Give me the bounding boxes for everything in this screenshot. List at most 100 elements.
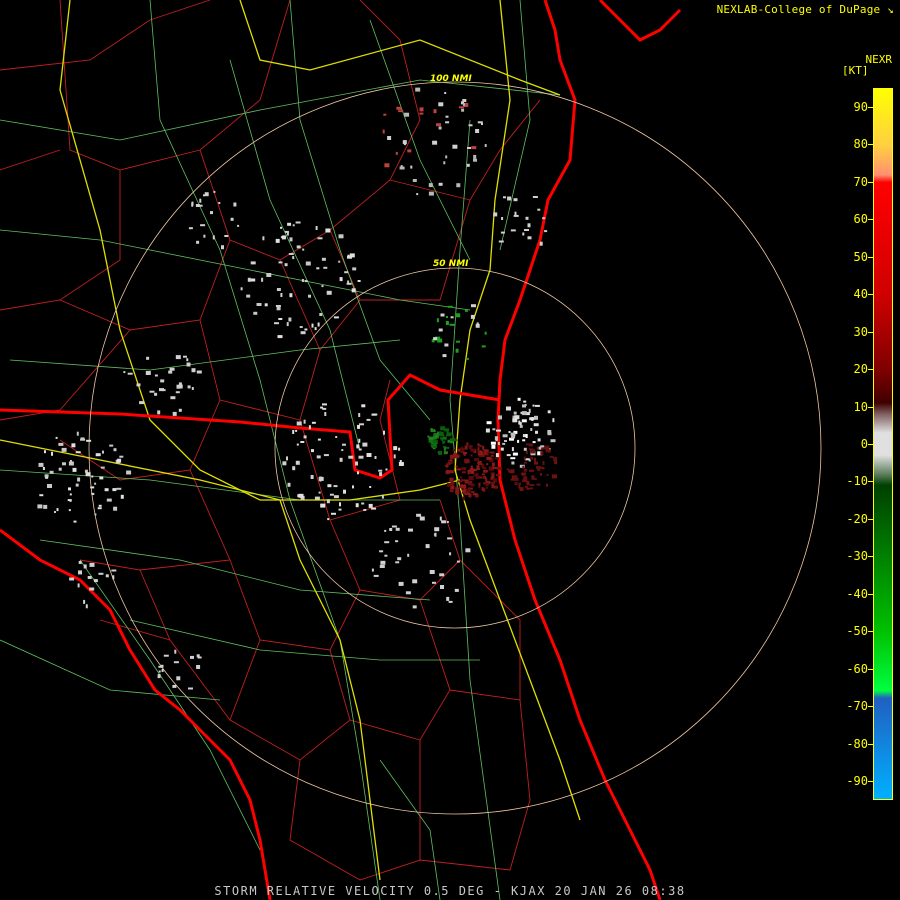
- echo-pixel: [521, 411, 527, 416]
- echo-pixel: [339, 502, 341, 507]
- echo-pixel: [78, 570, 82, 575]
- echo-pixel: [261, 277, 264, 282]
- source-credit: NEXLAB-College of DuPage ↘: [717, 3, 894, 16]
- echo-pixel: [296, 443, 299, 446]
- echo-pixel: [496, 429, 501, 432]
- echo-pixel: [303, 435, 307, 439]
- echo-pixel: [532, 404, 535, 407]
- echo-pixel: [389, 528, 393, 531]
- echo-pixel: [160, 379, 165, 383]
- echo-pixel: [338, 234, 344, 239]
- echo-pixel: [395, 151, 398, 155]
- echo-pixel: [75, 451, 81, 454]
- echo-pixel: [544, 445, 550, 450]
- echo-pixel: [157, 674, 161, 679]
- echo-pixel: [68, 461, 74, 466]
- colorbar-tick-mark: [868, 556, 873, 558]
- echo-pixel: [514, 482, 518, 486]
- echo-pixel: [287, 482, 291, 487]
- echo-pixel: [468, 444, 473, 449]
- echo-pixel: [113, 448, 117, 452]
- echo-pixel: [522, 439, 526, 442]
- echo-pixel: [439, 516, 442, 521]
- echo-pixel: [428, 436, 434, 441]
- echo-pixel: [416, 513, 422, 517]
- echo-pixel: [534, 415, 538, 420]
- echo-pixel: [342, 443, 346, 446]
- echo-pixel: [468, 124, 473, 127]
- echo-pixel: [280, 226, 282, 229]
- echo-pixel: [523, 447, 527, 451]
- echo-pixel: [438, 432, 444, 436]
- echo-pixel: [361, 404, 366, 408]
- echo-pixel: [523, 400, 527, 403]
- colorbar-tick-mark: [868, 294, 873, 296]
- echo-pixel: [405, 591, 411, 595]
- echo-pixel: [145, 371, 151, 375]
- echo-pixel: [433, 337, 438, 341]
- echo-pixel: [445, 115, 449, 118]
- echo-pixel: [361, 502, 365, 505]
- echo-pixel: [464, 458, 470, 463]
- echo-pixel: [419, 516, 425, 521]
- colorbar-tick-mark: [868, 369, 873, 371]
- echo-pixel: [344, 271, 349, 274]
- echo-pixel: [246, 294, 251, 298]
- colorbar-tick-mark: [868, 406, 873, 408]
- echo-pixel: [154, 392, 158, 396]
- echo-pixel: [341, 449, 344, 452]
- echo-pixel: [469, 468, 475, 472]
- echo-pixel: [433, 432, 436, 436]
- echo-pixel: [513, 411, 517, 415]
- echo-pixel: [391, 525, 397, 528]
- echo-pixel: [442, 354, 447, 358]
- echo-pixel: [352, 485, 354, 489]
- echo-pixel: [94, 513, 97, 516]
- echo-pixel: [266, 273, 272, 277]
- echo-pixel: [303, 419, 306, 424]
- colorbar-tick-mark: [868, 668, 873, 670]
- echo-pixel: [506, 406, 511, 411]
- echo-pixel: [395, 527, 400, 531]
- echo-pixel: [374, 456, 377, 459]
- echo-pixel: [455, 487, 460, 491]
- echo-pixel: [481, 487, 484, 492]
- echo-pixel: [187, 385, 191, 389]
- echo-pixel: [218, 202, 221, 204]
- echo-pixel: [191, 368, 196, 373]
- echo-pixel: [500, 447, 504, 451]
- echo-pixel: [478, 485, 481, 488]
- echo-pixel: [300, 441, 305, 443]
- echo-pixel: [333, 495, 339, 499]
- echo-pixel: [224, 235, 229, 237]
- echo-pixel: [517, 397, 521, 401]
- echo-pixel: [119, 455, 124, 458]
- echo-pixel: [275, 238, 280, 243]
- echo-pixel: [289, 293, 293, 298]
- echo-pixel: [338, 508, 342, 511]
- echo-pixel: [323, 454, 329, 457]
- colorbar-tick-label: -50: [846, 624, 868, 639]
- echo-pixel: [524, 403, 527, 406]
- echo-pixel: [450, 486, 455, 490]
- echo-pixel: [200, 224, 206, 227]
- echo-pixel: [430, 430, 436, 433]
- echo-pixel: [530, 487, 534, 490]
- echo-pixel: [475, 129, 480, 133]
- colorbar-tick-label: -90: [846, 774, 868, 789]
- echo-pixel: [522, 232, 525, 236]
- echo-pixel: [384, 163, 390, 168]
- echo-pixel: [523, 476, 528, 481]
- echo-pixel: [482, 445, 485, 450]
- echo-pixel: [274, 322, 279, 325]
- echo-pixel: [482, 466, 487, 469]
- echo-pixel: [348, 455, 354, 459]
- range-label-100: 100 NMI: [430, 74, 472, 84]
- echo-pixel: [322, 403, 327, 406]
- echo-pixel: [67, 499, 72, 502]
- echo-pixel: [439, 573, 445, 577]
- echo-pixel: [384, 529, 387, 532]
- echo-pixel: [528, 448, 533, 451]
- colorbar-tick-label: -30: [846, 549, 868, 564]
- echo-pixel: [492, 428, 496, 431]
